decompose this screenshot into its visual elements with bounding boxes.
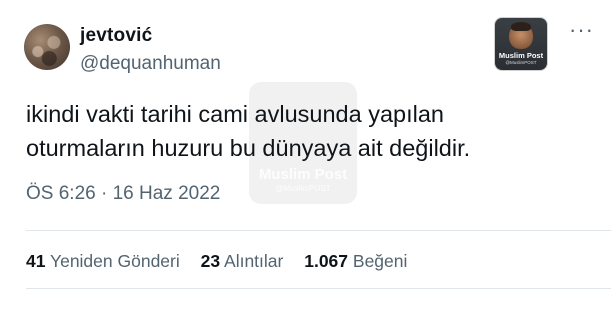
retweets-label: Yeniden Gönderi: [50, 251, 180, 271]
author-handle[interactable]: @dequanhuman: [80, 53, 221, 75]
watermark-badge: Muslim Post @MuslimPOST: [495, 18, 547, 70]
likes-label: Beğeni: [352, 251, 408, 271]
tweet-timestamp[interactable]: ÖS 6:26 · 16 Haz 2022: [26, 183, 220, 205]
author-avatar[interactable]: [24, 24, 70, 70]
watermark-title: Muslim Post: [258, 166, 348, 183]
quotes-count: 23: [200, 251, 221, 271]
watermark-subtitle: @MuslimPOST: [275, 184, 331, 193]
tweet-text-line: ikindi vakti tarihi cami avlusunda yapıl…: [26, 101, 444, 127]
tweet-text: ikindi vakti tarihi cami avlusunda yapıl…: [26, 97, 586, 165]
author-name[interactable]: jevtović: [80, 25, 152, 47]
retweets-stat[interactable]: 41 Yeniden Gönderi: [26, 251, 180, 272]
divider: [26, 288, 611, 289]
quotes-stat[interactable]: 23 Alıntılar: [201, 251, 284, 272]
likes-count: 1.067: [304, 251, 349, 271]
badge-title: Muslim Post: [498, 51, 544, 60]
quotes-label: Alıntılar: [224, 251, 284, 271]
divider: [26, 230, 611, 231]
badge-avatar-icon: [509, 22, 533, 49]
tweet-text-line: oturmaların huzuru bu dünyaya ait değild…: [26, 135, 471, 161]
engagement-stats: 41 Yeniden Gönderi 23 Alıntılar 1.067 Be…: [26, 251, 423, 272]
tweet-card: jevtović @dequanhuman Muslim Post @Musli…: [0, 0, 611, 313]
badge-subtitle: @MuslimPOST: [505, 60, 537, 65]
likes-stat[interactable]: 1.067 Beğeni: [304, 251, 407, 272]
retweets-count: 41: [26, 251, 46, 271]
more-horizontal-icon[interactable]: ···: [569, 19, 594, 41]
